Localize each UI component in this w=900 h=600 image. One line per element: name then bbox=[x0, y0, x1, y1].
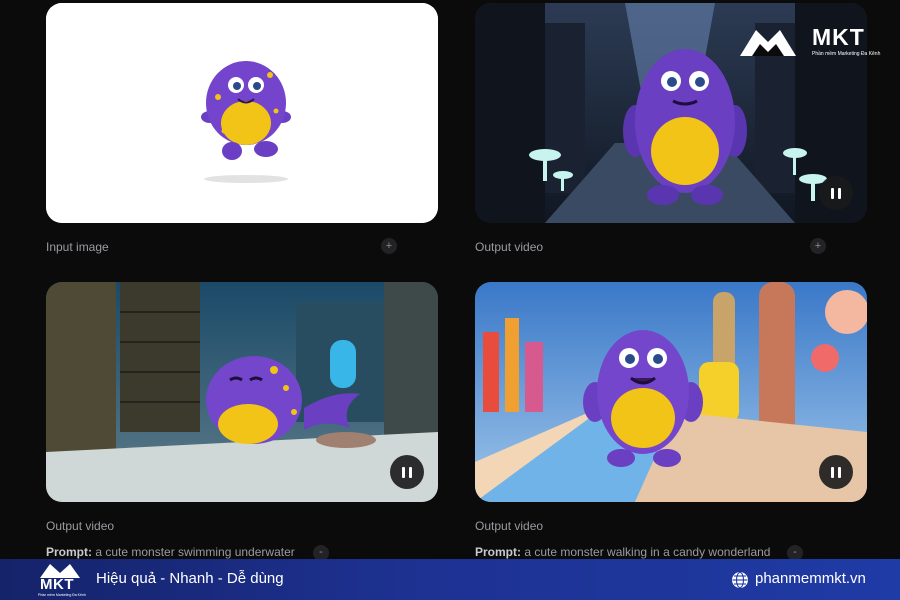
output-video-candy bbox=[475, 282, 867, 502]
prompt-label: Prompt: bbox=[46, 545, 92, 559]
output-video-underwater bbox=[46, 282, 438, 502]
prompt-text: Prompt: a cute monster swimming underwat… bbox=[46, 545, 295, 559]
input-image-card[interactable] bbox=[46, 3, 438, 223]
panel-caption: Output video bbox=[46, 519, 115, 533]
banner-brand: MKT bbox=[40, 576, 74, 593]
prompt-text: Prompt: a cute monster walking in a cand… bbox=[475, 545, 770, 559]
panel-caption: Output video bbox=[475, 519, 544, 533]
prompt-value: a cute monster walking in a candy wonder… bbox=[521, 545, 771, 559]
prompt-value: a cute monster swimming underwater bbox=[92, 545, 295, 559]
globe-icon bbox=[732, 571, 748, 589]
plus-icon[interactable]: + bbox=[381, 238, 397, 254]
output-video-card[interactable] bbox=[46, 282, 438, 502]
banner-website-link[interactable]: phanmemmkt.vn bbox=[755, 570, 866, 587]
panel-caption: Input image bbox=[46, 240, 109, 254]
panel-caption: Output video bbox=[475, 240, 544, 254]
pause-icon[interactable] bbox=[819, 176, 853, 210]
watermark-tagline: Phần mềm Marketing Đa Kênh bbox=[812, 51, 881, 57]
pause-icon[interactable] bbox=[819, 455, 853, 489]
input-image bbox=[46, 3, 438, 223]
pause-icon[interactable] bbox=[390, 455, 424, 489]
plus-icon[interactable]: + bbox=[810, 238, 826, 254]
output-video-card[interactable] bbox=[475, 282, 867, 502]
prompt-label: Prompt: bbox=[475, 545, 521, 559]
watermark-brand: MKT bbox=[812, 24, 865, 50]
banner-brand-tagline: Phần mềm Marketing Đa Kênh bbox=[38, 593, 86, 597]
banner-slogan: Hiệu quả - Nhanh - Dễ dùng bbox=[96, 570, 284, 587]
